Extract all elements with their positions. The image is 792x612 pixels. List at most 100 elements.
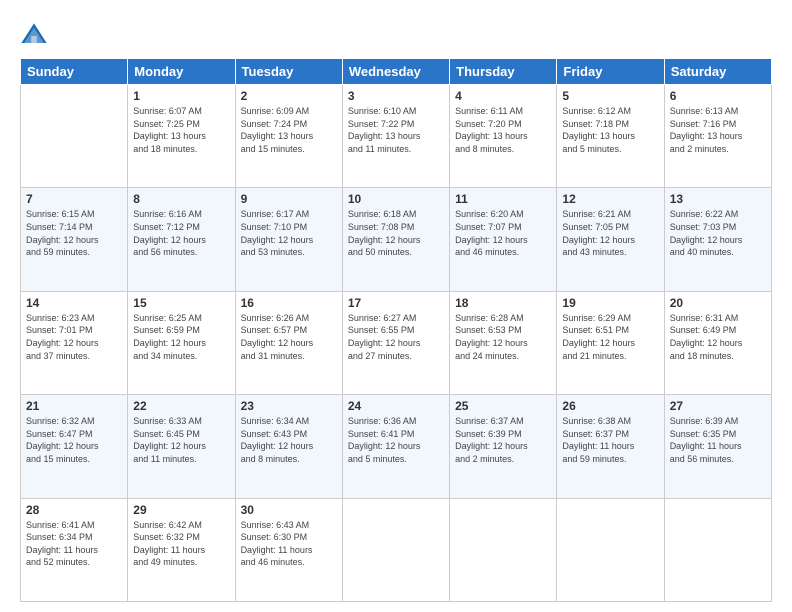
day-number: 14 <box>26 296 122 310</box>
logo-icon <box>20 22 48 50</box>
calendar-cell: 23Sunrise: 6:34 AM Sunset: 6:43 PM Dayli… <box>235 395 342 498</box>
calendar-cell: 9 Sunrise: 6:17 AM Sunset: 7:10 PM Daylig… <box>235 188 342 291</box>
day-info: Sunrise: 6:41 AM Sunset: 6:34 PM Dayligh… <box>26 519 122 569</box>
day-info: Sunrise: 6:18 AM Sunset: 7:08 PM Dayligh… <box>348 208 444 258</box>
day-info: Sunrise: 6:37 AM Sunset: 6:39 PM Dayligh… <box>455 415 551 465</box>
day-info: Sunrise: 6:27 AM Sunset: 6:55 PM Dayligh… <box>348 312 444 362</box>
day-of-week-sunday: Sunday <box>21 59 128 85</box>
calendar-cell: 22Sunrise: 6:33 AM Sunset: 6:45 PM Dayli… <box>128 395 235 498</box>
day-info: Sunrise: 6:21 AM Sunset: 7:05 PM Dayligh… <box>562 208 658 258</box>
calendar-cell: 15 Sunrise: 6:25 AM Sunset: 6:59 PM Dayli… <box>128 291 235 394</box>
day-number: 15 <box>133 296 229 310</box>
day-number: 13 <box>670 192 766 206</box>
day-info: Sunrise: 6:11 AM Sunset: 7:20 PM Dayligh… <box>455 105 551 155</box>
calendar-cell: 4 Sunrise: 6:11 AM Sunset: 7:20 PM Daylig… <box>450 85 557 188</box>
logo <box>20 22 52 50</box>
day-number: 16 <box>241 296 337 310</box>
day-info: Sunrise: 6:15 AM Sunset: 7:14 PM Dayligh… <box>26 208 122 258</box>
calendar-cell: 16Sunrise: 6:26 AM Sunset: 6:57 PM Dayli… <box>235 291 342 394</box>
calendar-cell: 5Sunrise: 6:12 AM Sunset: 7:18 PM Daylig… <box>557 85 664 188</box>
calendar-cell: 20 Sunrise: 6:31 AM Sunset: 6:49 PM Dayli… <box>664 291 771 394</box>
calendar-cell: 18Sunrise: 6:28 AM Sunset: 6:53 PM Dayli… <box>450 291 557 394</box>
day-info: Sunrise: 6:23 AM Sunset: 7:01 PM Dayligh… <box>26 312 122 362</box>
week-row-1: 7Sunrise: 6:15 AM Sunset: 7:14 PM Daylig… <box>21 188 772 291</box>
calendar-cell: 24 Sunrise: 6:36 AM Sunset: 6:41 PM Dayli… <box>342 395 449 498</box>
calendar-cell: 7Sunrise: 6:15 AM Sunset: 7:14 PM Daylig… <box>21 188 128 291</box>
calendar-cell <box>21 85 128 188</box>
day-info: Sunrise: 6:09 AM Sunset: 7:24 PM Dayligh… <box>241 105 337 155</box>
calendar-table: SundayMondayTuesdayWednesdayThursdayFrid… <box>20 58 772 602</box>
day-of-week-monday: Monday <box>128 59 235 85</box>
day-number: 6 <box>670 89 766 103</box>
day-number: 4 <box>455 89 551 103</box>
calendar-cell: 10 Sunrise: 6:18 AM Sunset: 7:08 PM Dayli… <box>342 188 449 291</box>
day-info: Sunrise: 6:25 AM Sunset: 6:59 PM Dayligh… <box>133 312 229 362</box>
day-number: 22 <box>133 399 229 413</box>
day-number: 1 <box>133 89 229 103</box>
day-info: Sunrise: 6:13 AM Sunset: 7:16 PM Dayligh… <box>670 105 766 155</box>
day-info: Sunrise: 6:39 AM Sunset: 6:35 PM Dayligh… <box>670 415 766 465</box>
day-number: 12 <box>562 192 658 206</box>
calendar-cell: 27 Sunrise: 6:39 AM Sunset: 6:35 PM Dayli… <box>664 395 771 498</box>
day-of-week-thursday: Thursday <box>450 59 557 85</box>
calendar-cell: 12 Sunrise: 6:21 AM Sunset: 7:05 PM Dayli… <box>557 188 664 291</box>
day-of-week-tuesday: Tuesday <box>235 59 342 85</box>
day-number: 26 <box>562 399 658 413</box>
day-info: Sunrise: 6:32 AM Sunset: 6:47 PM Dayligh… <box>26 415 122 465</box>
day-number: 25 <box>455 399 551 413</box>
day-number: 11 <box>455 192 551 206</box>
page: SundayMondayTuesdayWednesdayThursdayFrid… <box>0 0 792 612</box>
week-row-2: 14 Sunrise: 6:23 AM Sunset: 7:01 PM Dayli… <box>21 291 772 394</box>
day-number: 30 <box>241 503 337 517</box>
calendar-cell: 28 Sunrise: 6:41 AM Sunset: 6:34 PM Dayli… <box>21 498 128 601</box>
day-of-week-friday: Friday <box>557 59 664 85</box>
calendar-cell: 6 Sunrise: 6:13 AM Sunset: 7:16 PM Daylig… <box>664 85 771 188</box>
calendar-cell: 11 Sunrise: 6:20 AM Sunset: 7:07 PM Dayli… <box>450 188 557 291</box>
calendar-cell <box>342 498 449 601</box>
calendar-cell: 13 Sunrise: 6:22 AM Sunset: 7:03 PM Dayli… <box>664 188 771 291</box>
calendar-cell <box>450 498 557 601</box>
calendar-cell: 1 Sunrise: 6:07 AM Sunset: 7:25 PM Daylig… <box>128 85 235 188</box>
day-info: Sunrise: 6:07 AM Sunset: 7:25 PM Dayligh… <box>133 105 229 155</box>
day-number: 29 <box>133 503 229 517</box>
day-info: Sunrise: 6:16 AM Sunset: 7:12 PM Dayligh… <box>133 208 229 258</box>
calendar-cell: 30 Sunrise: 6:43 AM Sunset: 6:30 PM Dayli… <box>235 498 342 601</box>
calendar-cell <box>664 498 771 601</box>
day-number: 27 <box>670 399 766 413</box>
calendar-cell: 19Sunrise: 6:29 AM Sunset: 6:51 PM Dayli… <box>557 291 664 394</box>
day-info: Sunrise: 6:17 AM Sunset: 7:10 PM Dayligh… <box>241 208 337 258</box>
day-info: Sunrise: 6:12 AM Sunset: 7:18 PM Dayligh… <box>562 105 658 155</box>
day-info: Sunrise: 6:36 AM Sunset: 6:41 PM Dayligh… <box>348 415 444 465</box>
day-info: Sunrise: 6:31 AM Sunset: 6:49 PM Dayligh… <box>670 312 766 362</box>
day-info: Sunrise: 6:10 AM Sunset: 7:22 PM Dayligh… <box>348 105 444 155</box>
calendar-cell <box>557 498 664 601</box>
day-info: Sunrise: 6:20 AM Sunset: 7:07 PM Dayligh… <box>455 208 551 258</box>
calendar-cell: 26Sunrise: 6:38 AM Sunset: 6:37 PM Dayli… <box>557 395 664 498</box>
day-number: 17 <box>348 296 444 310</box>
week-row-3: 21 Sunrise: 6:32 AM Sunset: 6:47 PM Dayli… <box>21 395 772 498</box>
week-row-4: 28 Sunrise: 6:41 AM Sunset: 6:34 PM Dayli… <box>21 498 772 601</box>
calendar-cell: 3 Sunrise: 6:10 AM Sunset: 7:22 PM Daylig… <box>342 85 449 188</box>
day-number: 19 <box>562 296 658 310</box>
day-number: 8 <box>133 192 229 206</box>
week-row-0: 1 Sunrise: 6:07 AM Sunset: 7:25 PM Daylig… <box>21 85 772 188</box>
day-number: 18 <box>455 296 551 310</box>
day-info: Sunrise: 6:43 AM Sunset: 6:30 PM Dayligh… <box>241 519 337 569</box>
calendar-cell: 29Sunrise: 6:42 AM Sunset: 6:32 PM Dayli… <box>128 498 235 601</box>
day-number: 21 <box>26 399 122 413</box>
day-of-week-saturday: Saturday <box>664 59 771 85</box>
day-number: 9 <box>241 192 337 206</box>
day-number: 3 <box>348 89 444 103</box>
day-number: 2 <box>241 89 337 103</box>
day-number: 10 <box>348 192 444 206</box>
calendar-cell: 2 Sunrise: 6:09 AM Sunset: 7:24 PM Daylig… <box>235 85 342 188</box>
calendar-cell: 21 Sunrise: 6:32 AM Sunset: 6:47 PM Dayli… <box>21 395 128 498</box>
days-of-week-row: SundayMondayTuesdayWednesdayThursdayFrid… <box>21 59 772 85</box>
day-info: Sunrise: 6:22 AM Sunset: 7:03 PM Dayligh… <box>670 208 766 258</box>
calendar-cell: 8 Sunrise: 6:16 AM Sunset: 7:12 PM Daylig… <box>128 188 235 291</box>
day-info: Sunrise: 6:34 AM Sunset: 6:43 PM Dayligh… <box>241 415 337 465</box>
day-number: 28 <box>26 503 122 517</box>
day-number: 20 <box>670 296 766 310</box>
calendar-cell: 17 Sunrise: 6:27 AM Sunset: 6:55 PM Dayli… <box>342 291 449 394</box>
day-number: 24 <box>348 399 444 413</box>
